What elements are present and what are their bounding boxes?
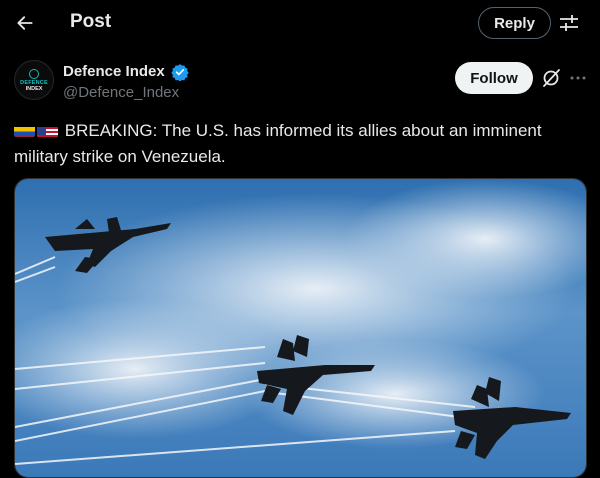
globe-icon — [29, 68, 39, 79]
sliders-icon — [560, 15, 578, 31]
post-body: BREAKING: The U.S. has informed its alli… — [14, 121, 542, 166]
settings-button[interactable] — [558, 12, 580, 34]
avatar-text-line2: INDEX — [25, 85, 43, 92]
back-button[interactable] — [8, 6, 42, 40]
follow-button[interactable]: Follow — [455, 62, 533, 94]
avatar[interactable]: DEFENCE INDEX — [14, 60, 54, 100]
reply-button[interactable]: Reply — [478, 7, 551, 39]
us-flag-icon — [37, 123, 58, 137]
arrow-left-icon — [17, 16, 33, 30]
jets-photo — [15, 179, 586, 477]
author-handle[interactable]: @Defence_Index — [63, 84, 179, 101]
author-name[interactable]: Defence Index — [63, 63, 165, 80]
page-title: Post — [70, 11, 112, 32]
grok-button[interactable] — [540, 67, 562, 89]
top-bar: Post Reply — [0, 0, 600, 46]
post-image[interactable] — [14, 178, 587, 478]
verified-badge-icon — [171, 64, 189, 81]
post-text: BREAKING: The U.S. has informed its alli… — [14, 118, 584, 170]
venezuela-flag-icon — [14, 123, 35, 137]
more-icon — [570, 76, 586, 80]
grok-icon — [543, 69, 560, 87]
more-button[interactable] — [567, 67, 589, 89]
